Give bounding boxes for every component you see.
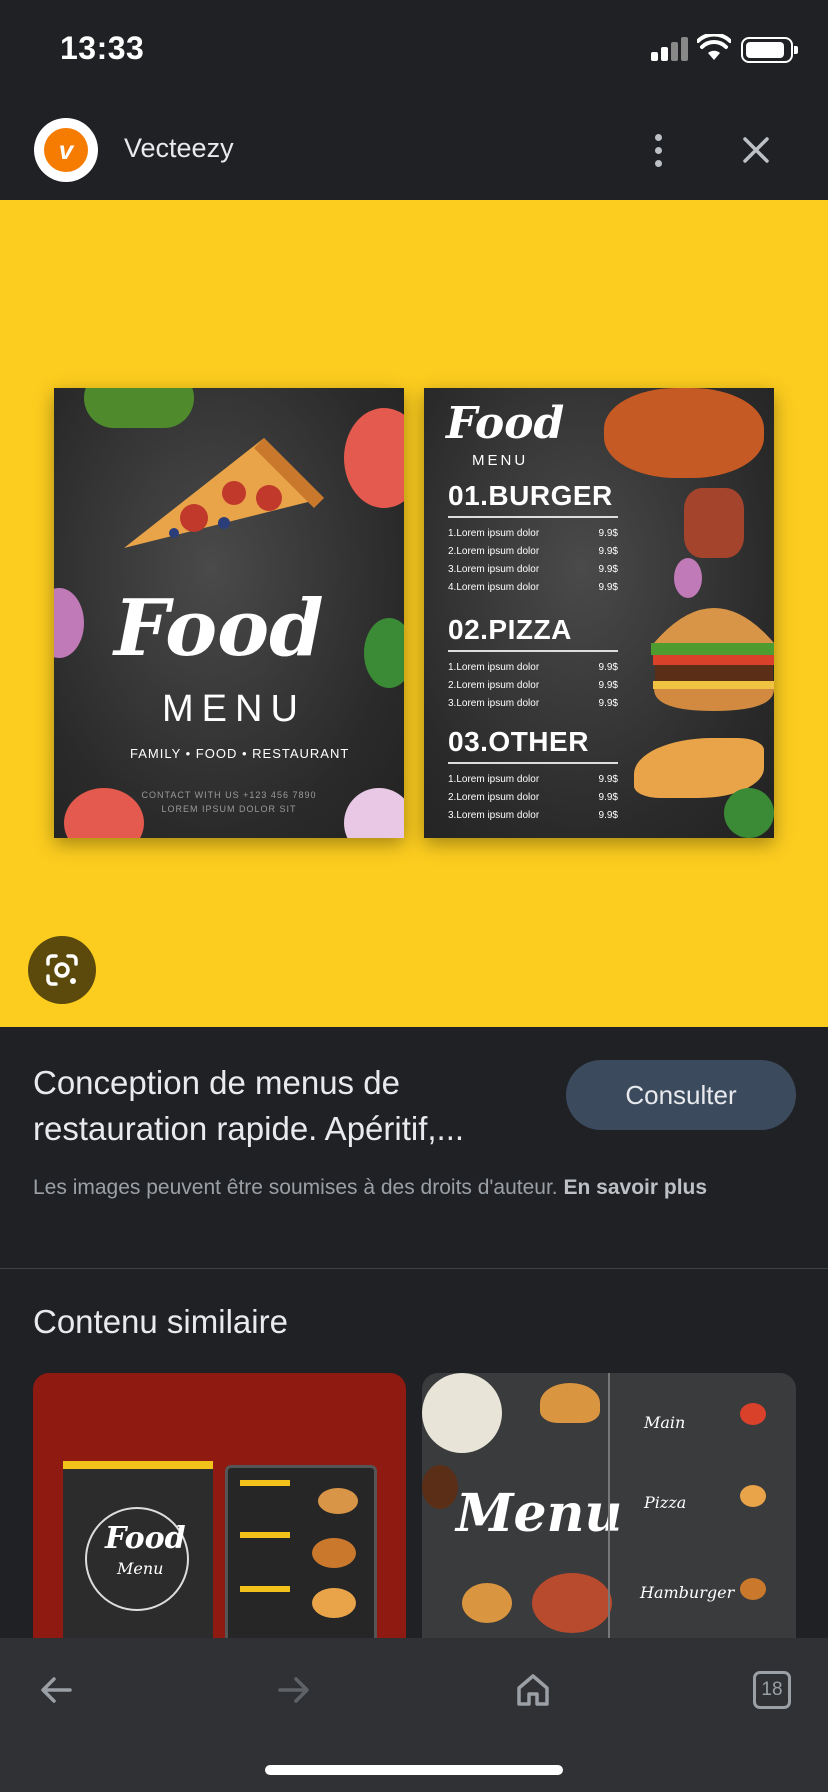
menu-item-name: 3.Lorem ipsum dolor [448,698,540,709]
fries-illustration [318,1488,358,1514]
burger-illustration [651,608,774,711]
home-indicator[interactable] [265,1765,563,1775]
plate-illustration [422,1373,502,1453]
food-icon [740,1403,766,1425]
home-button[interactable] [503,1660,563,1720]
burger-illustration [312,1588,356,1618]
copyright-text: Les images peuvent être soumises à des d… [33,1176,558,1199]
menu-item-price: 9.9$ [598,810,618,821]
copyright-notice: Les images peuvent être soumises à des d… [33,1172,793,1204]
cellular-signal-icon [651,37,691,61]
food-menu-list-poster: Food MENU 01.BURGER 1.Lorem ipsum dolor 9… [424,388,774,838]
poster-tagline: FAMILY • FOOD • RESTAURANT [130,746,350,761]
poster-subheadline: MENU [472,452,529,469]
menu-item-name: 2.Lorem ipsum dolor [448,680,540,691]
basil-illustration [364,618,404,688]
consult-button[interactable]: Consulter [566,1060,796,1130]
wifi-icon [697,34,731,60]
steak-illustration [532,1573,612,1633]
food-menu-cover-poster: Food MENU FAMILY • FOOD • RESTAURANT CON… [54,388,404,838]
menu-item-price: 9.9$ [598,774,618,785]
pizza-slice-illustration [124,438,324,548]
similar-image-thumbnail[interactable]: Menu Main Pizza Hamburger [422,1373,796,1638]
home-icon [517,1674,549,1706]
thumb-label-bar [240,1480,290,1486]
menu-item-price: 9.9$ [598,582,618,593]
menu-item-price: 9.9$ [598,680,618,691]
thumb-headline: Food [105,1521,186,1556]
menu-item-name: 3.Lorem ipsum dolor [448,564,540,575]
pancake-illustration [462,1583,512,1623]
tabs-button[interactable]: 18 [742,1660,802,1720]
section-divider [448,516,618,518]
menu-section-title: 03.OTHER [448,726,589,757]
menu-item-price: 9.9$ [598,792,618,803]
section-divider [448,650,618,652]
tomato-illustration [344,408,404,508]
thumb-section: Hamburger [640,1583,735,1602]
onion-illustration [54,588,84,658]
menu-item-price: 9.9$ [598,698,618,709]
thumb-headline: Menu [456,1483,623,1544]
close-button[interactable] [732,126,780,174]
lens-icon [46,954,78,986]
similar-content-heading: Contenu similaire [33,1303,288,1340]
forward-arrow-icon [278,1677,309,1703]
back-arrow-icon [41,1677,72,1703]
croissant-illustration [540,1383,600,1423]
image-title: Conception de menus de restauration rapi… [33,1064,465,1147]
onion-illustration [674,558,702,598]
menu-item-price: 9.9$ [598,546,618,557]
learn-more-link[interactable]: En savoir plus [564,1176,708,1199]
section-divider [0,1268,828,1269]
google-lens-button[interactable] [28,936,96,1004]
burger-icon [740,1578,766,1600]
battery-icon [741,37,798,63]
source-header: v Vecteezy [0,100,828,200]
menu-item-name: 4.Lorem ipsum dolor [448,582,540,593]
forward-button[interactable] [264,1660,324,1720]
image-preview[interactable]: Food MENU FAMILY • FOOD • RESTAURANT CON… [0,200,828,1027]
similar-image-thumbnail[interactable]: Food Menu [33,1373,406,1638]
section-divider [448,762,618,764]
thumb-section: Main [644,1413,686,1432]
thumb-label-bar [240,1532,290,1538]
burger-illustration [312,1538,356,1568]
poster-headline: Food [114,583,324,674]
menu-item-name: 2.Lorem ipsum dolor [448,792,540,803]
menu-item-name: 1.Lorem ipsum dolor [448,774,540,785]
basil-illustration [724,788,774,838]
menu-item-price: 9.9$ [598,528,618,539]
source-name[interactable]: Vecteezy [124,133,234,164]
menu-item-name: 1.Lorem ipsum dolor [448,528,540,539]
skewer-illustration [684,488,744,558]
fried-chicken-illustration [604,388,764,478]
status-bar: 13:33 [0,0,828,100]
menu-item-price: 9.9$ [598,662,618,673]
menu-item-name: 3.Lorem ipsum dolor [448,810,540,821]
thumb-divider [608,1373,610,1638]
menu-section-title: 01.BURGER [448,480,613,511]
thumb-menu-list [225,1465,377,1638]
menu-item-name: 1.Lorem ipsum dolor [448,662,540,673]
thumb-subheadline: Menu [117,1559,164,1578]
pizza-icon [740,1485,766,1507]
menu-item-price: 9.9$ [598,564,618,575]
thumb-menu-cover: Food Menu [63,1461,213,1638]
back-button[interactable] [26,1660,86,1720]
pepper-illustration [84,388,194,428]
poster-headline: Food [446,398,565,449]
menu-section-title: 02.PIZZA [448,614,572,645]
coffee-illustration [422,1465,458,1509]
poster-subheadline: MENU [162,688,306,730]
poster-contact-line-1: CONTACT WITH US +123 456 7890 [141,790,317,800]
status-time: 13:33 [60,30,145,66]
vecteezy-logo[interactable]: v [34,118,98,182]
thumb-section: Pizza [644,1493,687,1512]
menu-item-name: 2.Lorem ipsum dolor [448,546,540,557]
more-options-button[interactable] [640,124,676,176]
tab-count: 18 [753,1671,791,1709]
thumb-label-bar [240,1586,290,1592]
poster-contact-line-2: LOREM IPSUM DOLOR SIT [161,804,297,814]
